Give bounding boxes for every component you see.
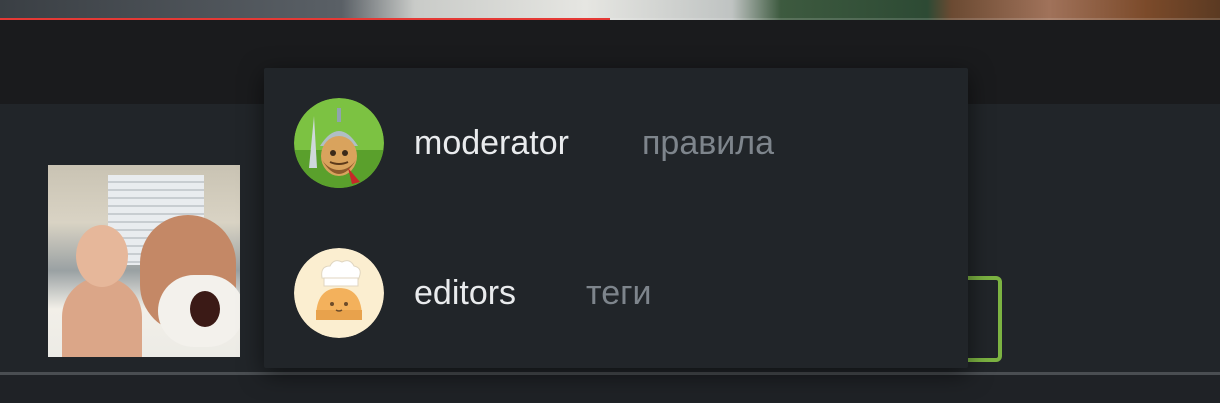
knight-avatar-icon [294,98,384,188]
thumbnail-child-face [76,225,128,287]
mention-username: editors [414,273,517,312]
video-player-strip[interactable] [0,0,1220,20]
mention-item-moderator[interactable]: moderator правила [264,68,968,218]
mention-username: moderator [414,123,569,162]
mention-suggestions-popup: moderator правила editors теги [264,68,968,368]
thumbnail-open-mouth [190,291,220,327]
mention-description: правила [642,123,775,162]
mention-description: теги [586,273,652,312]
app-screen: moderator правила editors теги [0,0,1220,403]
chef-bread-avatar-icon [294,248,384,338]
thumbnail-child-body [62,277,142,357]
bottom-bar [0,375,1220,403]
post-thumbnail[interactable] [48,165,240,357]
mention-item-editors[interactable]: editors теги [264,218,968,368]
comment-input-border[interactable] [966,276,1002,362]
